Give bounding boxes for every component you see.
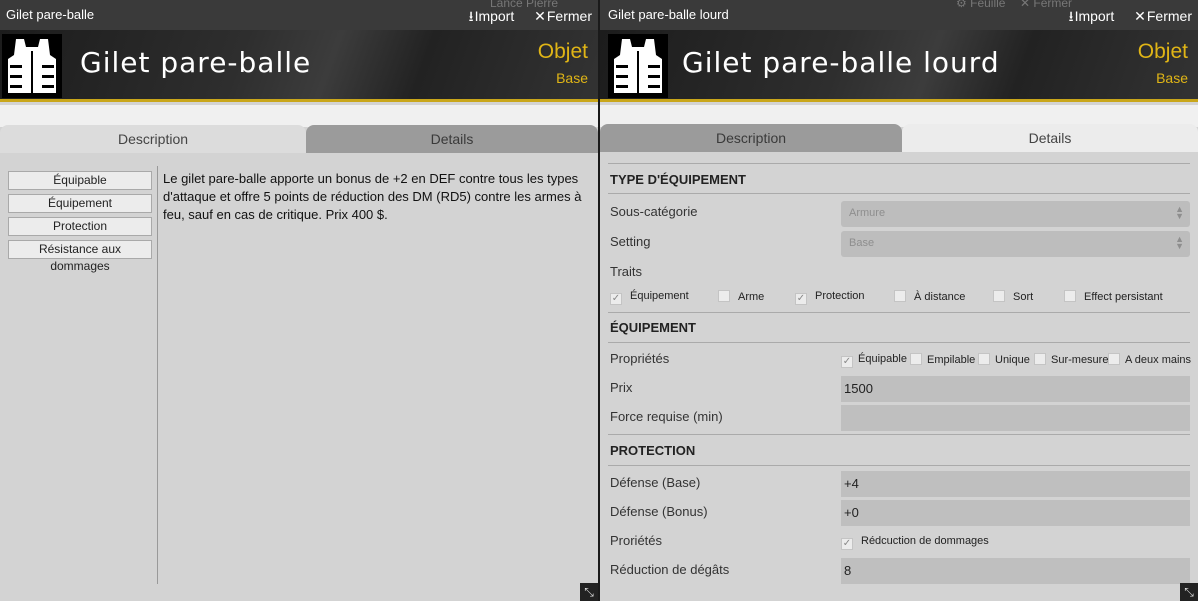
def-base-input[interactable]: +4: [841, 471, 1190, 497]
left-item-banner: Gilet pare-balle Objet Base: [0, 30, 598, 102]
price-input[interactable]: 1500: [841, 376, 1190, 402]
left-spacer: [0, 105, 598, 127]
right-tab-details[interactable]: Details: [902, 124, 1198, 152]
left-window-title: Gilet pare-balle: [6, 7, 95, 22]
download-icon: ⭳: [1068, 8, 1074, 24]
section-equipment-type: TYPE D'ÉQUIPEMENT: [610, 172, 746, 187]
right-tab-description[interactable]: Description: [600, 124, 902, 152]
protection-properties-label: Proriétés: [610, 533, 663, 548]
checkbox[interactable]: [1064, 290, 1076, 302]
checkbox[interactable]: ✓: [841, 356, 853, 368]
left-close-button[interactable]: ✕Fermer: [526, 8, 592, 24]
right-item-sub: Base: [1156, 70, 1188, 86]
tag-separator: [157, 166, 158, 584]
right-item-banner: Gilet pare-balle lourd Objet Base: [600, 30, 1198, 102]
gear-icon: ⚙: [956, 0, 967, 10]
subcategory-label: Sous-catégorie: [610, 204, 698, 219]
download-icon: ⭳: [468, 8, 474, 24]
checkbox[interactable]: [993, 290, 1005, 302]
right-close-button[interactable]: ✕Fermer: [1126, 8, 1192, 24]
trait-equipement[interactable]: ✓ Équipement: [610, 290, 689, 305]
subcategory-value: Armure: [849, 207, 886, 219]
dmg-reduction-label: Réduction de dégâts: [610, 562, 730, 577]
prop-equipable[interactable]: ✓ Équipable: [841, 353, 907, 368]
subcategory-select[interactable]: Armure ▲ ▼: [841, 201, 1190, 227]
tag-equipement[interactable]: Équipement: [8, 194, 152, 213]
section-rule: [608, 163, 1190, 164]
strength-input[interactable]: [841, 405, 1190, 431]
trait-arme[interactable]: Arme: [718, 290, 764, 303]
tag-protection[interactable]: Protection: [8, 217, 152, 236]
checkbox[interactable]: [910, 353, 922, 365]
prop-unique[interactable]: Unique: [978, 353, 1030, 366]
right-window-title: Gilet pare-balle lourd: [608, 7, 729, 22]
left-tabs: Description Details: [0, 125, 598, 153]
section-rule: [608, 342, 1190, 343]
right-import-button[interactable]: ⭳Import: [1061, 8, 1115, 24]
trait-sort[interactable]: Sort: [993, 290, 1033, 303]
checkbox[interactable]: [718, 290, 730, 302]
section-rule: [608, 193, 1190, 194]
left-tab-details[interactable]: Details: [306, 125, 598, 153]
right-item-name: Gilet pare-balle lourd: [682, 46, 1000, 79]
vest-icon: [2, 34, 62, 98]
prop-two-hands[interactable]: A deux mains: [1108, 353, 1191, 366]
resize-icon[interactable]: ⤡: [1180, 583, 1198, 601]
checkbox[interactable]: ✓: [841, 538, 853, 550]
right-tabs: Description Details: [600, 124, 1198, 152]
prop-damage-reduction[interactable]: ✓ Rédcuction de dommages: [841, 535, 989, 550]
trait-distance[interactable]: À distance: [894, 290, 965, 303]
right-item-window: Gilet pare-balle lourd ⚙ Feuille ✕ Ferme…: [600, 0, 1198, 601]
left-item-sub: Base: [556, 70, 588, 86]
left-titlebar[interactable]: Gilet pare-balle Lance Pierre ⭳Import ✕F…: [0, 0, 598, 30]
prop-empilable[interactable]: Empilable: [910, 353, 975, 366]
price-label: Prix: [610, 380, 633, 395]
def-bonus-input[interactable]: +0: [841, 500, 1190, 526]
left-item-kind: Objet: [537, 40, 588, 63]
traits-label: Traits: [610, 264, 643, 279]
left-tab-description[interactable]: Description: [0, 125, 306, 153]
prop-sur-mesure[interactable]: Sur-mesure: [1034, 353, 1108, 366]
strength-label: Force requise (min): [610, 409, 723, 424]
checkbox[interactable]: [894, 290, 906, 302]
dmg-reduction-input[interactable]: 8: [841, 558, 1190, 584]
vest-icon: [608, 34, 668, 98]
item-description: Le gilet pare-balle apporte un bonus de …: [163, 171, 582, 222]
resize-icon[interactable]: ⤡: [580, 583, 598, 601]
section-rule: [608, 312, 1190, 313]
close-icon: ✕: [1134, 8, 1146, 24]
checkbox[interactable]: [1108, 353, 1120, 365]
left-item-window: Gilet pare-balle Lance Pierre ⭳Import ✕F…: [0, 0, 598, 601]
left-import-button[interactable]: ⭳Import: [461, 8, 515, 24]
background-sheet-button: ⚙ Feuille: [956, 0, 1005, 10]
tag-equipable[interactable]: Équipable: [8, 171, 152, 190]
select-arrows-icon: ▲ ▼: [1175, 234, 1184, 251]
select-arrows-icon: ▲ ▼: [1175, 204, 1184, 221]
checkbox[interactable]: ✓: [610, 293, 622, 305]
section-protection: PROTECTION: [610, 443, 696, 458]
checkbox[interactable]: ✓: [795, 293, 807, 305]
properties-label: Propriétés: [610, 351, 670, 366]
setting-value: Base: [849, 237, 875, 249]
right-titlebar[interactable]: Gilet pare-balle lourd ⚙ Feuille ✕ Ferme…: [600, 0, 1198, 30]
right-item-kind: Objet: [1137, 40, 1188, 63]
setting-label: Setting: [610, 234, 651, 249]
def-bonus-label: Défense (Bonus): [610, 504, 708, 519]
checkbox[interactable]: [978, 353, 990, 365]
trait-effect-persistant[interactable]: Effect persistant: [1064, 290, 1163, 303]
close-icon: ✕: [534, 8, 546, 24]
setting-select[interactable]: Base ▲ ▼: [841, 231, 1190, 257]
section-rule: [608, 465, 1190, 466]
checkbox[interactable]: [1034, 353, 1046, 365]
section-equipment: ÉQUIPEMENT: [610, 320, 696, 335]
tag-damage-resistance[interactable]: Résistance aux dommages: [8, 240, 152, 273]
left-item-name: Gilet pare-balle: [80, 46, 312, 79]
section-rule: [608, 434, 1190, 435]
def-base-label: Défense (Base): [610, 475, 701, 490]
trait-protection[interactable]: ✓ Protection: [795, 290, 865, 305]
